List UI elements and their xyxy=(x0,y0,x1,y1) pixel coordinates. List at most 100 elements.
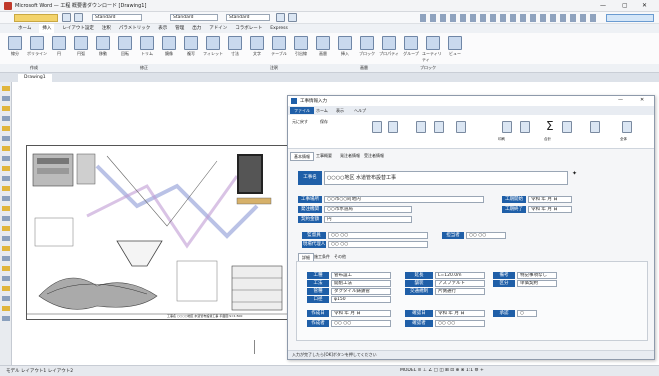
created-date-field[interactable]: 令和 年 月 日 xyxy=(331,310,391,317)
view-button[interactable]: ビュー xyxy=(444,36,466,63)
dialog-tab-help[interactable]: ヘルプ xyxy=(354,107,366,114)
print-icon[interactable] xyxy=(502,121,512,133)
checker-field[interactable]: ○○ ○○ xyxy=(435,320,485,327)
dialog-close-button[interactable]: ✕ xyxy=(640,97,644,103)
maximize-button[interactable]: ▢ xyxy=(622,2,628,9)
cut-icon[interactable] xyxy=(434,121,444,133)
insert-button[interactable]: 挿入 xyxy=(334,36,356,63)
location-field[interactable]: ○○市○○町地内 xyxy=(324,196,484,203)
dialog-tab-view[interactable]: 表示 xyxy=(336,107,344,114)
orderer-field[interactable]: ○○市水道局 xyxy=(324,206,412,213)
agent-field[interactable]: ○○ ○○ xyxy=(328,241,428,248)
properties-button[interactable]: プロパティ xyxy=(378,36,400,63)
edit-icon[interactable] xyxy=(590,121,600,133)
sum-icon[interactable]: Σ xyxy=(546,119,554,133)
tab-addins[interactable]: アドイン xyxy=(209,24,227,33)
format-icon[interactable] xyxy=(562,121,572,133)
line-button[interactable]: 線分 xyxy=(4,36,26,63)
person-field[interactable]: ○○ ○○ xyxy=(466,232,506,239)
left-toolbar-icons[interactable] xyxy=(2,86,10,326)
detail-category-field[interactable]: 単価契約 xyxy=(517,280,557,287)
dialog-tab-file[interactable]: ファイル xyxy=(290,107,314,114)
table-icon xyxy=(272,36,286,50)
project-name-field[interactable]: ○○○○地区 水道管布設替工事 xyxy=(324,171,568,185)
move-button[interactable]: 移動 xyxy=(92,36,114,63)
copy-doc-icon[interactable] xyxy=(416,121,426,133)
text-button[interactable]: 文字 xyxy=(246,36,268,63)
tab-view[interactable]: 表示 xyxy=(158,24,167,33)
tab-annotate[interactable]: 注釈 xyxy=(102,24,111,33)
author-field[interactable]: ○○ ○○ xyxy=(331,320,391,327)
detail-type-field[interactable]: 管布設工 xyxy=(331,272,391,279)
subtab-orderer[interactable]: 発注者情報 xyxy=(340,152,360,159)
minimize-button[interactable]: — xyxy=(600,2,606,9)
save-icon[interactable] xyxy=(388,121,398,133)
approve-field[interactable]: ○ xyxy=(517,310,537,317)
start-date-field[interactable]: 令和 年 月 日 xyxy=(528,196,572,203)
rotate-button[interactable]: 回転 xyxy=(114,36,136,63)
circle-button[interactable]: 円 xyxy=(48,36,70,63)
fillet-button[interactable]: フィレット xyxy=(202,36,224,63)
tab-express[interactable]: Express xyxy=(270,24,288,33)
new-icon[interactable] xyxy=(62,13,71,22)
section-tab-other[interactable]: その他 xyxy=(334,253,346,260)
calc-icon[interactable] xyxy=(520,121,530,133)
polyline-button[interactable]: ポリライン xyxy=(26,36,48,63)
trim-button[interactable]: トリム xyxy=(136,36,158,63)
block-button[interactable]: ブロック xyxy=(356,36,378,63)
tab-manage[interactable]: 管理 xyxy=(175,24,184,33)
detail-pavement-field[interactable]: アスファルト xyxy=(435,280,485,287)
end-date-field[interactable]: 令和 年 月 日 xyxy=(528,206,572,213)
trim-icon xyxy=(140,36,154,50)
group-button[interactable]: グループ xyxy=(400,36,422,63)
subtab-overview[interactable]: 工事概要 xyxy=(316,152,332,159)
subtab-basic[interactable]: 基本情報 xyxy=(290,152,314,161)
group-label-block: ブロック xyxy=(420,65,436,70)
style-select[interactable]: Standard xyxy=(170,14,218,21)
checked-date-field[interactable]: 令和 年 月 日 xyxy=(435,310,485,317)
open-icon[interactable] xyxy=(74,13,83,22)
detail-pipe-field[interactable]: ダクタイル鋳鉄管 xyxy=(331,288,391,295)
detail-method-field[interactable]: 開削工法 xyxy=(331,280,391,287)
drawing-sheet[interactable]: 工事名 ○○○○地区 水道管布設替工事 平面図 S=1:500 xyxy=(26,145,289,320)
detail-traffic-field[interactable]: 片側通行 xyxy=(435,288,485,295)
dialog-toolbar-label-undo[interactable]: 元に戻す xyxy=(292,119,308,125)
status-toggles[interactable]: MODEL ≡ ⊥ ∠ □ ◫ ⊞ ⊡ ⊕ ⊗ 1:1 ⚙ + xyxy=(400,368,655,373)
match-icon[interactable] xyxy=(288,13,297,22)
tab-output[interactable]: 出力 xyxy=(192,24,201,33)
search-box[interactable] xyxy=(606,14,654,22)
dialog-tab-home[interactable]: ホーム xyxy=(316,107,328,114)
tab-insert[interactable]: 挿入 xyxy=(39,24,55,33)
dimension-button[interactable]: 寸法 xyxy=(224,36,246,63)
dialog-minimize-button[interactable]: — xyxy=(618,97,623,103)
detail-length-field[interactable]: L=120.0m xyxy=(435,272,485,279)
fit-all-icon[interactable] xyxy=(622,121,632,133)
layer-select[interactable]: Standard xyxy=(226,14,270,21)
workspace-select[interactable]: Standard xyxy=(92,14,142,21)
search-doc-icon[interactable] xyxy=(456,121,466,133)
layout-tabs[interactable]: モデル レイアウト1 レイアウト2 xyxy=(6,368,126,374)
detail-notes-field[interactable]: 特記事項なし xyxy=(517,272,557,279)
utility-button[interactable]: ユーティリティ xyxy=(422,36,444,63)
copy-button[interactable]: 複写 xyxy=(180,36,202,63)
tab-drawing1[interactable]: Drawing1 xyxy=(18,74,52,82)
layer-button[interactable]: 画層 xyxy=(312,36,334,63)
leader-button[interactable]: 引出線 xyxy=(290,36,312,63)
tab-parametric[interactable]: パラメトリック xyxy=(119,24,150,33)
section-tab-conditions[interactable]: 施工条件 xyxy=(314,253,330,260)
dialog-toolbar-label-save[interactable]: 保存 xyxy=(320,119,328,125)
close-button[interactable]: ✕ xyxy=(642,2,647,9)
arc-button[interactable]: 円弧 xyxy=(70,36,92,63)
tab-layout[interactable]: レイアウト設定 xyxy=(62,24,94,33)
detail-diameter-field[interactable]: φ150 xyxy=(331,296,391,303)
table-button[interactable]: テーブル xyxy=(268,36,290,63)
paste-icon[interactable] xyxy=(372,121,382,133)
tab-collaborate[interactable]: コラボレート xyxy=(235,24,262,33)
amount-field[interactable]: 円 xyxy=(324,216,412,223)
mirror-button[interactable]: 鏡像 xyxy=(158,36,180,63)
supervisor-field[interactable]: ○○ ○○ xyxy=(328,232,428,239)
subtab-contractor[interactable]: 受注者情報 xyxy=(364,152,384,159)
tab-home[interactable]: ホーム xyxy=(18,24,31,33)
row-label-location: 工事場所 xyxy=(298,196,322,203)
layer-icon[interactable] xyxy=(276,13,285,22)
